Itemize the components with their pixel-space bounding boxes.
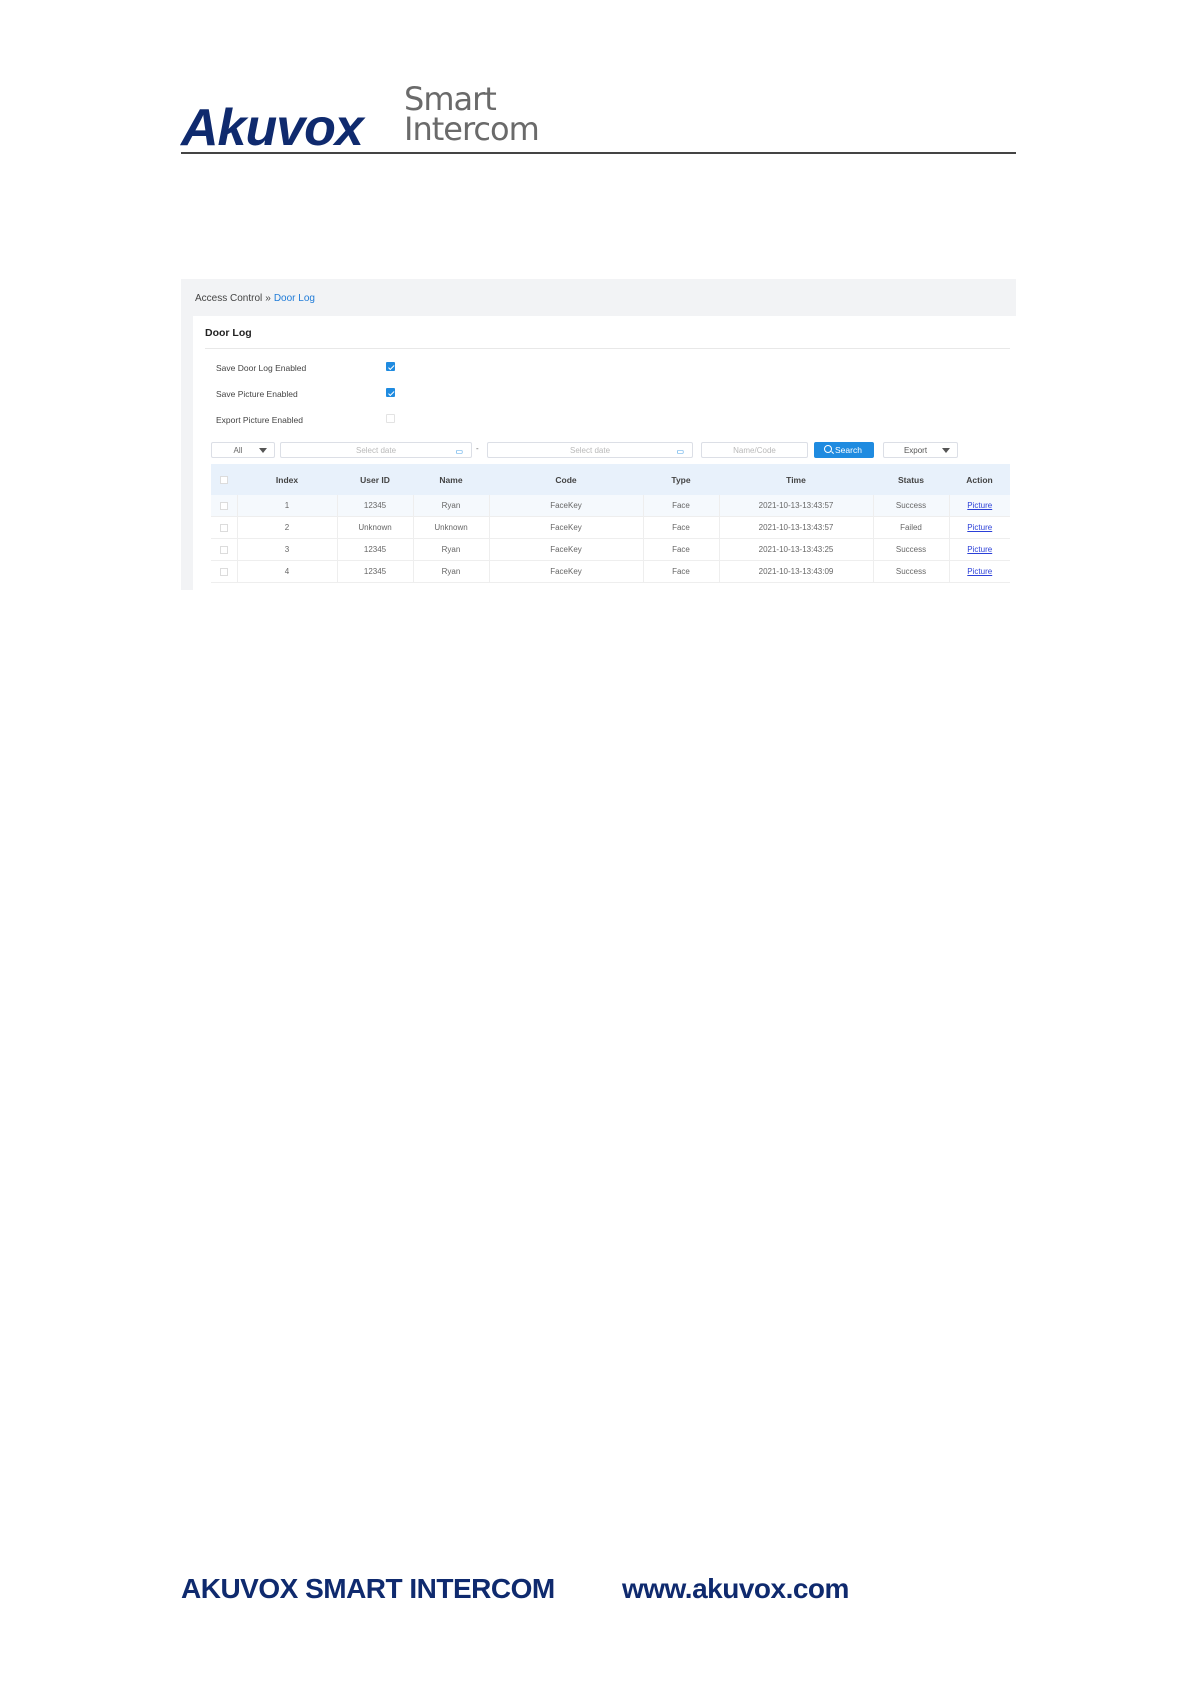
- door-log-panel: Door Log Save Door Log Enabled Save Pict…: [193, 316, 1016, 590]
- cell-time: 2021-10-13-13:43:57: [719, 516, 874, 539]
- cell-name: Unknown: [413, 516, 490, 539]
- export-select[interactable]: Export: [883, 442, 958, 458]
- column-header-action[interactable]: Action: [949, 464, 1010, 495]
- panel-title: Door Log: [205, 327, 252, 339]
- column-header-time[interactable]: Time: [719, 464, 873, 495]
- table-row[interactable]: 4 12345 Ryan FaceKey Face 2021-10-13-13:…: [211, 560, 1010, 583]
- column-header-index[interactable]: Index: [237, 464, 337, 495]
- row-select-cell[interactable]: [211, 560, 238, 583]
- column-header-code[interactable]: Code: [489, 464, 643, 495]
- breadcrumb: Access Control» Door Log: [195, 293, 315, 304]
- cell-code: FaceKey: [489, 495, 644, 517]
- row-checkbox[interactable]: [219, 567, 228, 576]
- cell-status: Success: [873, 495, 950, 517]
- search-button[interactable]: Search: [814, 442, 874, 458]
- panel-divider: [205, 348, 1010, 349]
- table-row[interactable]: 3 12345 Ryan FaceKey Face 2021-10-13-13:…: [211, 538, 1010, 561]
- date-range-separator: -: [476, 444, 479, 453]
- picture-link[interactable]: Picture: [967, 567, 992, 576]
- save-door-log-label: Save Door Log Enabled: [216, 363, 307, 373]
- start-date-input[interactable]: Select date ▭: [280, 442, 472, 458]
- name-code-input[interactable]: Name/Code: [701, 442, 808, 458]
- header-divider: [181, 152, 1016, 154]
- row-checkbox[interactable]: [219, 523, 228, 532]
- breadcrumb-current[interactable]: Door Log: [274, 293, 315, 304]
- save-door-log-checkbox[interactable]: [386, 362, 395, 371]
- search-icon: [824, 445, 832, 453]
- cell-user-id: 12345: [337, 538, 414, 561]
- cell-index: 2: [237, 516, 338, 539]
- picture-link[interactable]: Picture: [967, 545, 992, 554]
- chevron-down-icon: [942, 448, 950, 453]
- calendar-icon: ▭: [455, 447, 463, 456]
- cell-code: FaceKey: [489, 538, 644, 561]
- table-row[interactable]: 1 12345 Ryan FaceKey Face 2021-10-13-13:…: [211, 495, 1010, 517]
- row-select-cell[interactable]: [211, 538, 238, 561]
- cell-index: 3: [237, 538, 338, 561]
- calendar-icon: ▭: [676, 447, 684, 456]
- end-date-placeholder: Select date: [569, 446, 611, 455]
- picture-link[interactable]: Picture: [967, 523, 992, 532]
- cell-name: Ryan: [413, 495, 490, 517]
- cell-time: 2021-10-13-13:43:57: [719, 495, 874, 517]
- door-log-screenshot: Access Control» Door Log Door Log Save Do…: [181, 279, 1016, 590]
- cell-code: FaceKey: [489, 516, 644, 539]
- cell-user-id: 12345: [337, 495, 414, 517]
- logo-subtitle: Smart Intercom: [404, 83, 540, 148]
- column-header-name[interactable]: Name: [413, 464, 489, 495]
- cell-action: Picture: [949, 495, 1010, 517]
- select-all-checkbox[interactable]: [220, 476, 228, 485]
- select-all-cell[interactable]: [211, 464, 237, 495]
- save-picture-label: Save Picture Enabled: [216, 389, 298, 399]
- logo-wordmark: Akuvox: [181, 99, 364, 157]
- chevron-down-icon: [259, 448, 267, 453]
- search-button-label: Search: [835, 445, 862, 455]
- cell-action: Picture: [949, 560, 1010, 583]
- cell-action: Picture: [949, 516, 1010, 539]
- logo-subtitle-line2: Intercom: [404, 110, 540, 148]
- row-select-cell[interactable]: [211, 516, 238, 539]
- cell-status: Failed: [873, 516, 950, 539]
- row-checkbox[interactable]: [219, 501, 228, 510]
- column-header-status[interactable]: Status: [873, 464, 949, 495]
- cell-name: Ryan: [413, 560, 490, 583]
- cell-type: Face: [643, 560, 720, 583]
- cell-time: 2021-10-13-13:43:25: [719, 538, 874, 561]
- cell-type: Face: [643, 495, 720, 517]
- end-date-input[interactable]: Select date ▭: [487, 442, 693, 458]
- cell-type: Face: [643, 538, 720, 561]
- cell-name: Ryan: [413, 538, 490, 561]
- export-picture-label: Export Picture Enabled: [216, 415, 303, 425]
- footer-website[interactable]: www.akuvox.com: [622, 1573, 849, 1605]
- column-header-type[interactable]: Type: [643, 464, 719, 495]
- export-picture-checkbox[interactable]: [386, 414, 395, 423]
- door-log-table: Index User ID Name Code Type Time Status…: [211, 464, 1010, 583]
- breadcrumb-separator: »: [265, 293, 271, 304]
- cell-user-id: Unknown: [337, 516, 414, 539]
- cell-action: Picture: [949, 538, 1010, 561]
- table-header-row: Index User ID Name Code Type Time Status…: [211, 464, 1010, 495]
- type-select[interactable]: All: [211, 442, 275, 458]
- cell-user-id: 12345: [337, 560, 414, 583]
- cell-type: Face: [643, 516, 720, 539]
- save-picture-checkbox[interactable]: [386, 388, 395, 397]
- row-checkbox[interactable]: [219, 545, 228, 554]
- breadcrumb-parent[interactable]: Access Control: [195, 293, 262, 304]
- footer-company: AKUVOX SMART INTERCOM: [181, 1573, 555, 1604]
- table-row[interactable]: 2 Unknown Unknown FaceKey Face 2021-10-1…: [211, 516, 1010, 539]
- cell-index: 4: [237, 560, 338, 583]
- cell-status: Success: [873, 560, 950, 583]
- cell-index: 1: [237, 495, 338, 517]
- name-code-placeholder: Name/Code: [733, 446, 776, 455]
- cell-status: Success: [873, 538, 950, 561]
- cell-code: FaceKey: [489, 560, 644, 583]
- row-select-cell[interactable]: [211, 495, 238, 517]
- column-header-user-id[interactable]: User ID: [337, 464, 413, 495]
- picture-link[interactable]: Picture: [967, 501, 992, 510]
- cell-time: 2021-10-13-13:43:09: [719, 560, 874, 583]
- start-date-placeholder: Select date: [355, 446, 397, 455]
